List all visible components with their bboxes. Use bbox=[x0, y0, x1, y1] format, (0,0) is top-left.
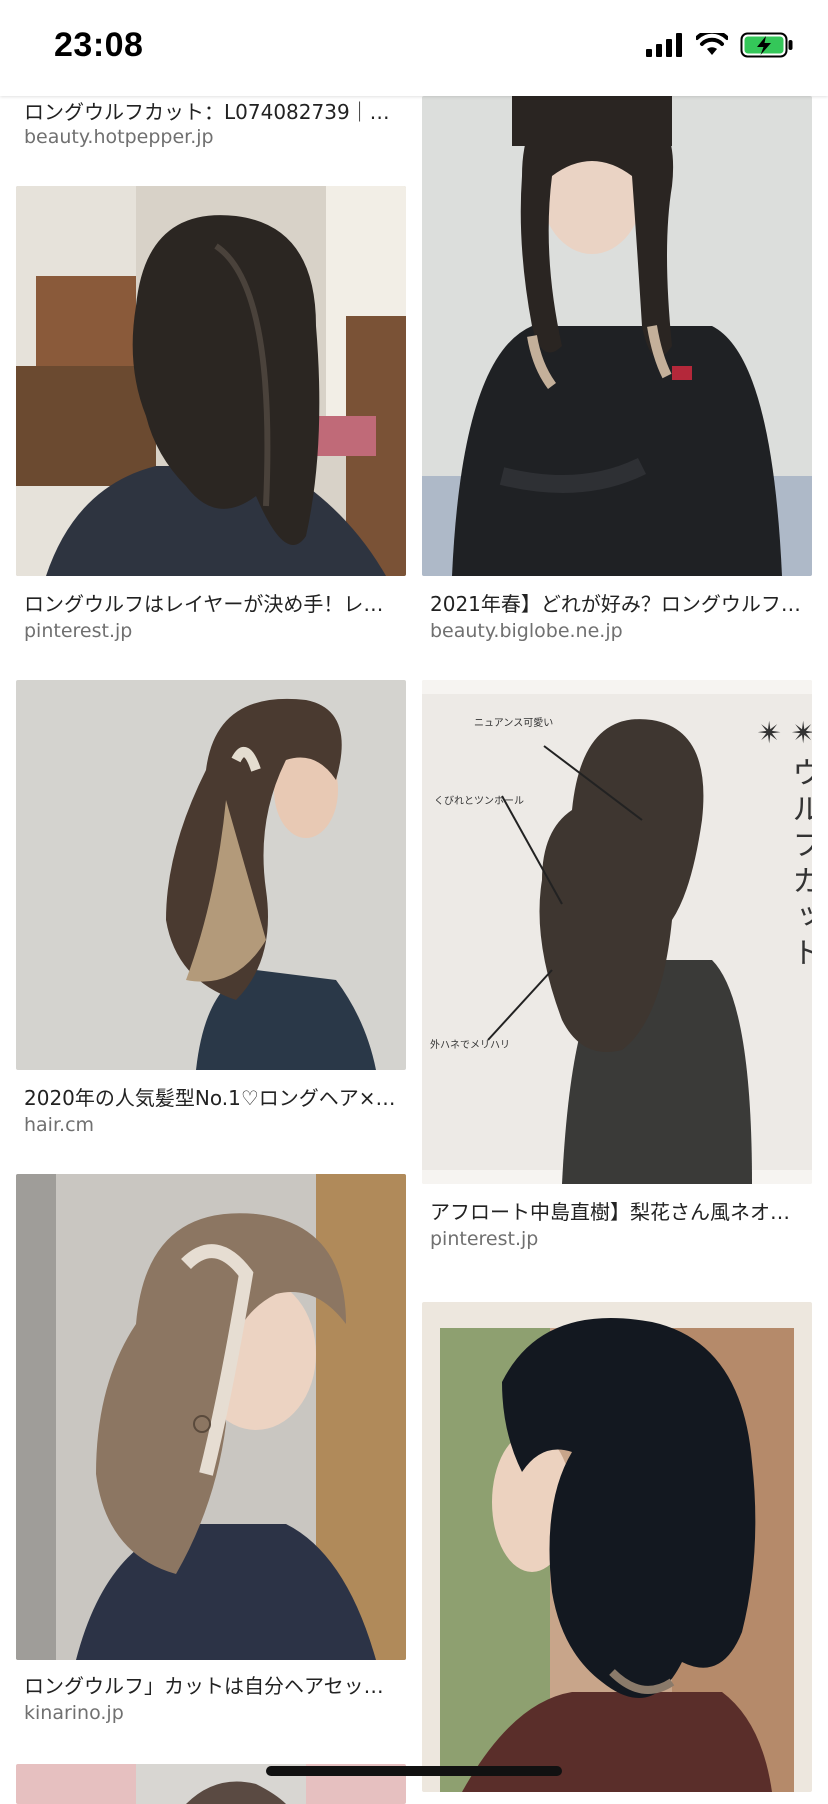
result-title[interactable]: ロングウルフ」カットは自分ヘアセッ… bbox=[24, 1670, 398, 1699]
home-indicator[interactable] bbox=[266, 1766, 562, 1776]
status-icons bbox=[646, 32, 794, 58]
result-source: beauty.hotpepper.jp bbox=[24, 126, 214, 148]
image-label-3: 外ハネでメリハリ bbox=[430, 1039, 510, 1051]
result-thumbnail[interactable]: ニュアンス可愛い くびれとツンホール 外ハネでメリハリ ✴ロングヘアの✴ウルフカ… bbox=[422, 680, 812, 1184]
result-source: pinterest.jp bbox=[430, 1228, 539, 1250]
result-title[interactable]: ロングウルフカット：L074082739｜… bbox=[24, 96, 398, 125]
result-thumbnail[interactable] bbox=[16, 1174, 406, 1660]
battery-charging-icon bbox=[740, 32, 793, 58]
result-thumbnail[interactable] bbox=[16, 680, 406, 1070]
result-thumbnail[interactable] bbox=[422, 96, 812, 576]
image-vertical-title: ✴ロングヘアの✴ウルフカット✴ bbox=[752, 716, 812, 973]
status-bar: 23:08 bbox=[0, 0, 828, 96]
cellular-signal-icon bbox=[646, 33, 682, 57]
result-source: kinarino.jp bbox=[24, 1702, 124, 1724]
image-label-2: くびれとツンホール bbox=[434, 795, 524, 807]
image-label-1: ニュアンス可愛い bbox=[474, 716, 553, 729]
wifi-icon bbox=[696, 33, 728, 55]
result-source: hair.cm bbox=[24, 1114, 95, 1136]
result-thumbnail[interactable] bbox=[16, 186, 406, 576]
result-source: pinterest.jp bbox=[24, 620, 133, 642]
result-title[interactable]: ロングウルフはレイヤーが決め手！レ… bbox=[24, 588, 398, 617]
result-title[interactable]: 2021年春】どれが好み？ロングウルフ… bbox=[430, 588, 804, 617]
result-source: beauty.biglobe.ne.jp bbox=[430, 620, 623, 642]
result-title[interactable]: 2020年の人気髪型No.1♡ロングヘア×… bbox=[24, 1082, 398, 1111]
result-thumbnail[interactable] bbox=[422, 1302, 812, 1792]
status-time: 23:08 bbox=[54, 26, 144, 64]
result-title[interactable]: アフロート中島直樹】梨花さん風ネオ… bbox=[430, 1196, 804, 1225]
